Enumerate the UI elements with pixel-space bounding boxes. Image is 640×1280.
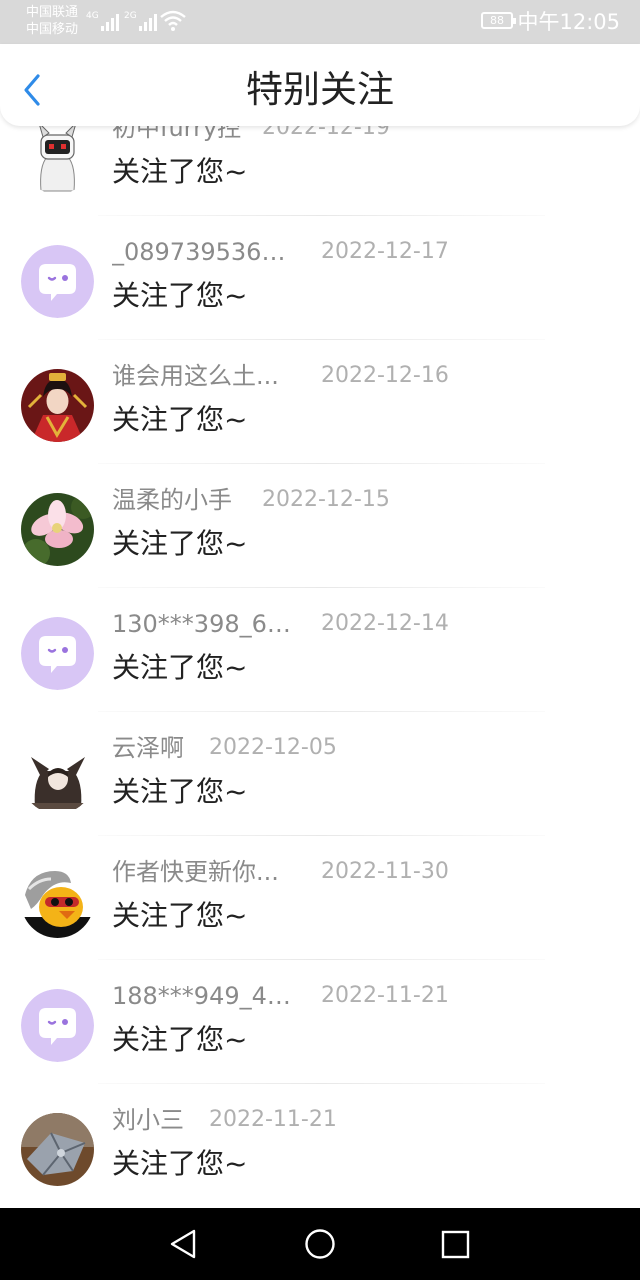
follow-date: 2022-12-14	[321, 611, 449, 636]
system-nav-bar	[0, 1208, 640, 1280]
carrier-2: 中国移动	[26, 22, 79, 37]
signal-icon-1: 4G	[86, 11, 121, 31]
header: 特别关注	[0, 44, 640, 126]
follow-date: 2022-12-15	[262, 487, 390, 512]
list-item[interactable]: 初中furry控 2022-12-19 关注了您~	[0, 126, 640, 216]
wifi-icon	[160, 10, 186, 31]
avatar[interactable]	[21, 126, 94, 194]
carrier-1: 中国联通	[26, 5, 79, 20]
list-item[interactable]: 刘小三 2022-11-21 关注了您~	[0, 1084, 640, 1208]
follow-message: 关注了您~	[112, 527, 248, 560]
user-name[interactable]: _0897395367...	[112, 237, 292, 267]
list-item[interactable]: 188***949_40... 2022-11-21 关注了您~	[0, 960, 640, 1084]
nav-recents-button[interactable]	[435, 1226, 475, 1262]
network-type-1: 4G	[86, 11, 99, 21]
list-item[interactable]: 谁会用这么土... 2022-12-16 关注了您~	[0, 340, 640, 464]
chat-bubble-icon[interactable]	[21, 245, 94, 318]
clock: 中午12:05	[517, 10, 620, 34]
user-name[interactable]: 谁会用这么土...	[112, 361, 292, 391]
list-item[interactable]: 130***398_65... 2022-12-14 关注了您~	[0, 588, 640, 712]
follow-message: 关注了您~	[112, 775, 248, 808]
list-item[interactable]: 作者快更新你... 2022-11-30 关注了您~	[0, 836, 640, 960]
follow-date: 2022-11-21	[321, 983, 449, 1008]
chat-bubble-icon[interactable]	[21, 617, 94, 690]
chat-bubble-icon[interactable]	[21, 989, 94, 1062]
user-name[interactable]: 作者快更新你...	[112, 857, 292, 887]
nav-home-button[interactable]	[300, 1226, 340, 1262]
follow-date: 2022-12-19	[262, 126, 390, 140]
follow-message: 关注了您~	[112, 1147, 248, 1180]
triangle-back-icon	[170, 1229, 196, 1259]
follow-date: 2022-12-05	[209, 735, 337, 760]
avatar[interactable]	[21, 1113, 94, 1186]
user-name[interactable]: 130***398_65...	[112, 609, 292, 639]
avatar[interactable]	[21, 369, 94, 442]
list-item[interactable]: _0897395367... 2022-12-17 关注了您~	[0, 216, 640, 340]
status-bar: 中国联通 中国移动 4G 2G 88 中午12:05	[0, 0, 640, 44]
battery-level: 88	[490, 14, 504, 27]
avatar[interactable]	[21, 493, 94, 566]
circle-home-icon	[305, 1229, 335, 1259]
network-type-2: 2G	[124, 11, 137, 21]
follow-message: 关注了您~	[112, 1023, 248, 1056]
page-title: 特别关注	[246, 68, 394, 111]
battery-icon: 88	[481, 12, 516, 29]
carrier-info: 中国联通 中国移动	[26, 4, 78, 38]
avatar[interactable]	[21, 741, 94, 814]
follow-date: 2022-11-30	[321, 859, 449, 884]
follow-message: 关注了您~	[112, 651, 248, 684]
follow-list[interactable]: 初中furry控 2022-12-19 关注了您~ _0897395367...…	[0, 126, 640, 1208]
user-name[interactable]: 188***949_40...	[112, 981, 292, 1011]
follow-date: 2022-12-17	[321, 239, 449, 264]
follow-message: 关注了您~	[112, 403, 248, 436]
follow-date: 2022-12-16	[321, 363, 449, 388]
follow-message: 关注了您~	[112, 279, 248, 312]
signal-icon-2: 2G	[124, 11, 159, 31]
follow-date: 2022-11-21	[209, 1107, 337, 1132]
avatar[interactable]	[21, 865, 94, 938]
follow-message: 关注了您~	[112, 899, 248, 932]
square-recents-icon	[441, 1230, 470, 1259]
list-item[interactable]: 云泽啊 2022-12-05 关注了您~	[0, 712, 640, 836]
follow-message: 关注了您~	[112, 155, 248, 188]
nav-back-button[interactable]	[164, 1226, 204, 1262]
list-item[interactable]: 温柔的小手 2022-12-15 关注了您~	[0, 464, 640, 588]
